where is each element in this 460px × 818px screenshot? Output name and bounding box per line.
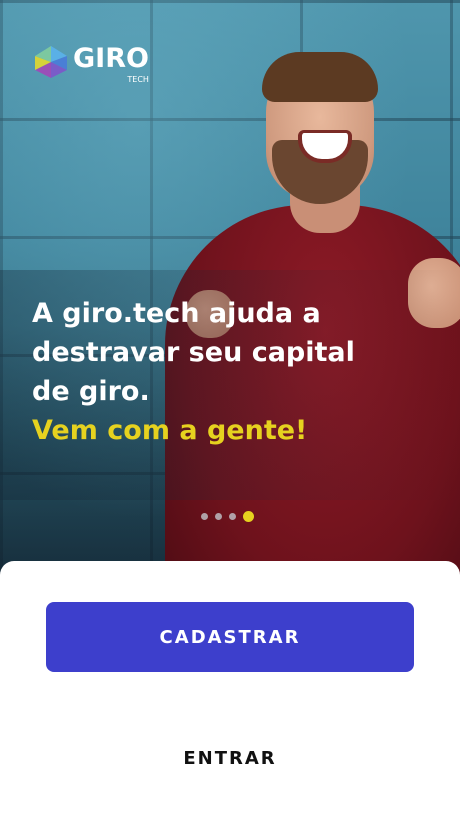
headline-line-2: destravar seu capital [32, 337, 355, 368]
action-sheet: CADASTRAR ENTRAR [0, 561, 460, 818]
headline-line-3: de giro. [32, 376, 150, 407]
signup-button[interactable]: CADASTRAR [46, 602, 414, 672]
pager-indicator [201, 511, 254, 522]
headline-accent: Vem com a gente! [32, 415, 308, 446]
pager-dot-4-active[interactable] [243, 511, 254, 522]
brand-name: GIRO [73, 43, 149, 74]
pager-dot-2[interactable] [215, 513, 222, 520]
pager-dot-1[interactable] [201, 513, 208, 520]
brand-suffix: TECH [127, 75, 149, 84]
onboarding-screen: GIRO TECH A giro.tech ajuda a destravar … [0, 0, 460, 818]
login-button[interactable]: ENTRAR [130, 738, 330, 778]
giro-logo-icon [35, 46, 67, 78]
headline-line-1: A giro.tech ajuda a [32, 298, 321, 329]
pager-dot-3[interactable] [229, 513, 236, 520]
hero-image: GIRO TECH A giro.tech ajuda a destravar … [0, 0, 460, 590]
hero-headline: A giro.tech ajuda a destravar seu capita… [32, 294, 392, 450]
brand-logo: GIRO TECH [33, 44, 149, 84]
